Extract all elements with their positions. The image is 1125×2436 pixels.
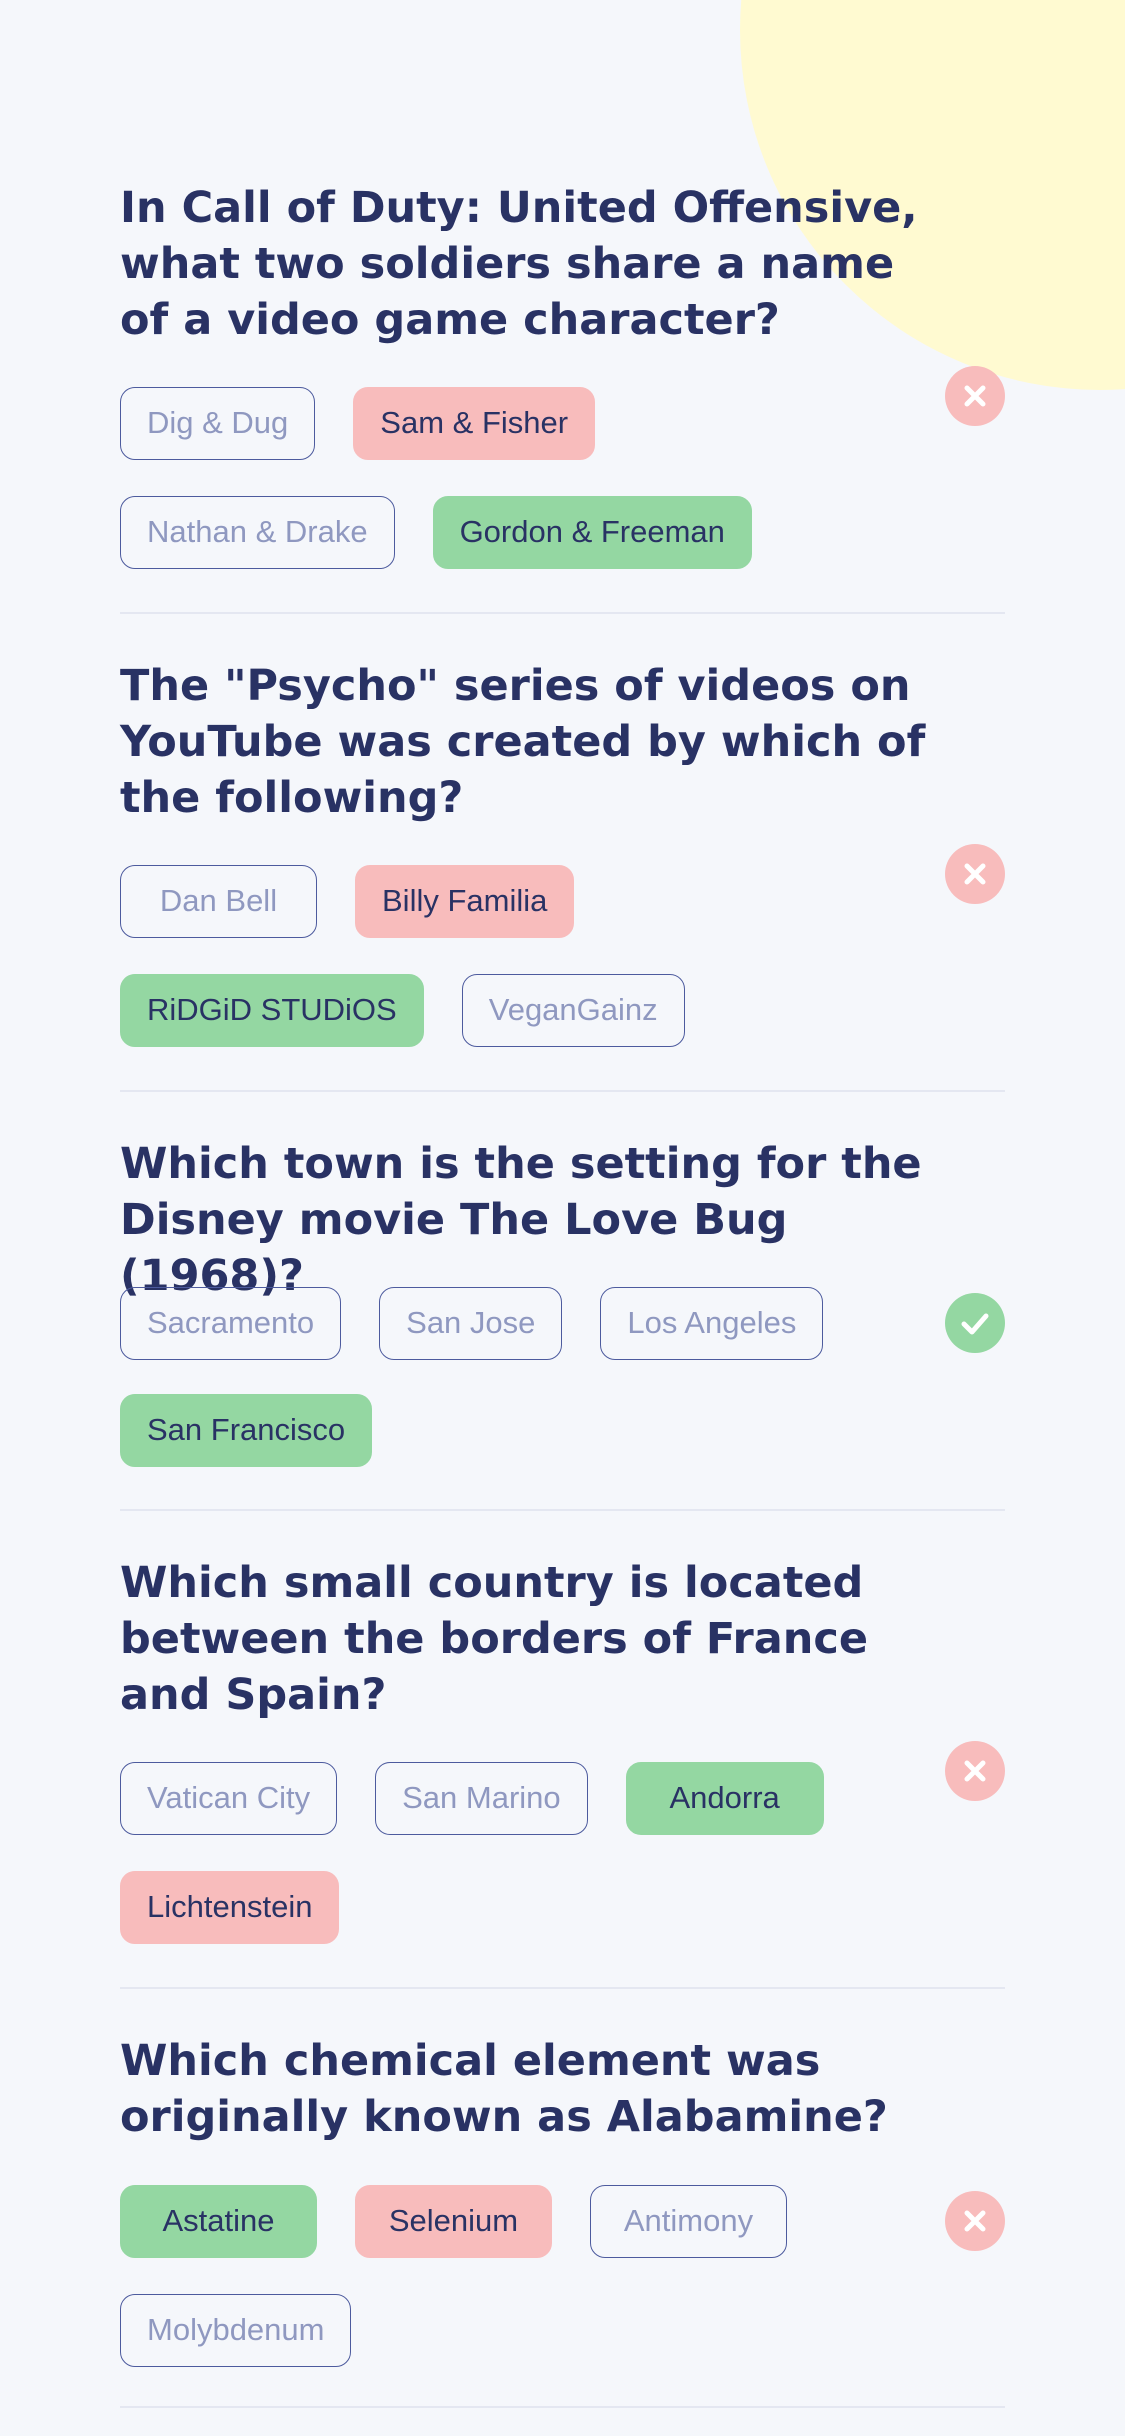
answer-option[interactable]: San Marino (375, 1762, 588, 1835)
answer-option[interactable]: Vatican City (120, 1762, 338, 1835)
question-text: Which small country is located between t… (120, 1558, 869, 1720)
divider (120, 2406, 1005, 2408)
close-icon (945, 1741, 1005, 1801)
divider (120, 1509, 1005, 1511)
answer-option-selected-wrong[interactable]: Sam & Fisher (353, 387, 596, 460)
answer-option[interactable]: Molybdenum (120, 2294, 352, 2367)
answer-option[interactable]: Nathan & Drake (120, 496, 395, 569)
question-text: In Call of Duty: United Offensive, what … (120, 183, 918, 345)
answer-option-correct[interactable]: Andorra (625, 1762, 824, 1835)
answer-option[interactable]: San Jose (379, 1287, 563, 1360)
question-3: Which town is the setting for the Disney… (120, 1136, 1005, 1467)
answer-option[interactable]: Dig & Dug (120, 387, 316, 460)
check-icon (945, 1293, 1005, 1353)
divider (120, 1090, 1005, 1092)
question-5: Which chemical element was originally kn… (120, 2033, 1005, 2367)
divider (120, 612, 1005, 614)
close-icon (945, 2191, 1005, 2251)
answer-option-correct-selected[interactable]: San Francisco (120, 1394, 373, 1467)
answer-option[interactable]: Dan Bell (120, 865, 317, 938)
answer-option-correct[interactable]: RiDGiD STUDiOS (120, 974, 424, 1047)
answer-option-selected-wrong[interactable]: Selenium (355, 2185, 552, 2258)
answer-option-selected-wrong[interactable]: Lichtenstein (120, 1871, 340, 1944)
answer-option[interactable]: VeganGainz (461, 974, 685, 1047)
question-text: The "Psycho" series of videos on YouTube… (120, 661, 926, 823)
question-2: The "Psycho" series of videos on YouTube… (120, 658, 1005, 1047)
answer-option-correct[interactable]: Astatine (120, 2185, 317, 2258)
close-icon (945, 844, 1005, 904)
close-icon (945, 366, 1005, 426)
quiz-results-page: In Call of Duty: United Offensive, what … (0, 0, 1125, 2436)
divider (120, 1987, 1005, 1989)
question-text: Which chemical element was originally kn… (120, 2036, 888, 2142)
answer-option[interactable]: Los Angeles (600, 1287, 824, 1360)
question-text: Which town is the setting for the Disney… (120, 1139, 922, 1301)
question-4: Which small country is located between t… (120, 1555, 1005, 1944)
answer-option-correct[interactable]: Gordon & Freeman (432, 496, 752, 569)
answer-option[interactable]: Sacramento (120, 1287, 342, 1360)
question-1: In Call of Duty: United Offensive, what … (120, 180, 1005, 569)
answer-option-selected-wrong[interactable]: Billy Familia (355, 865, 575, 938)
answer-option[interactable]: Antimony (590, 2185, 787, 2258)
